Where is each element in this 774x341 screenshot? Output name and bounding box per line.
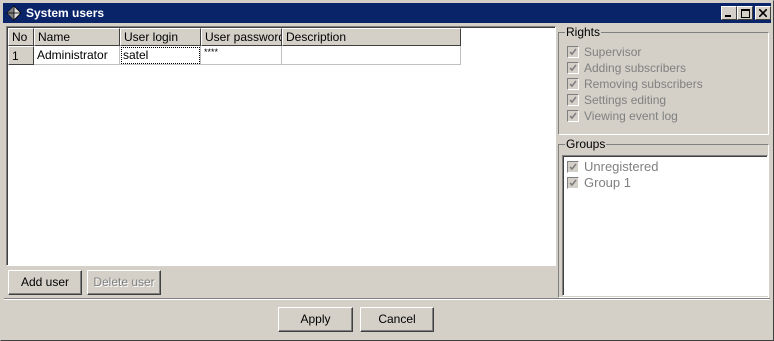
- groups-list-body: Unregistered Group 1: [563, 156, 767, 295]
- user-password-cell[interactable]: ****: [201, 46, 282, 65]
- cancel-button[interactable]: Cancel: [360, 307, 434, 332]
- close-icon: [759, 9, 767, 17]
- close-button[interactable]: [755, 6, 771, 20]
- description-cell[interactable]: [282, 46, 461, 65]
- rights-adding-subscribers-label: Adding subscribers: [584, 61, 687, 75]
- window-title: System users: [26, 6, 105, 20]
- rights-viewing-event-log-label: Viewing event log: [584, 109, 678, 123]
- groups-group: Groups Unregistered Group 1: [558, 137, 769, 298]
- minimize-button[interactable]: [721, 6, 737, 20]
- column-header-user-login[interactable]: User login: [120, 28, 201, 46]
- column-header-name[interactable]: Name: [34, 28, 120, 46]
- rights-viewing-event-log-checkbox[interactable]: Viewing event log: [567, 109, 678, 123]
- user-login-cell[interactable]: satel: [120, 46, 201, 65]
- maximize-button[interactable]: [737, 6, 753, 20]
- column-header-user-password[interactable]: User password: [201, 28, 282, 46]
- system-users-window: System users No Name User login User pas…: [0, 0, 774, 341]
- users-grid[interactable]: No Name User login User password Descrip…: [6, 26, 556, 266]
- apply-button[interactable]: Apply: [278, 307, 353, 332]
- add-user-button[interactable]: Add user: [8, 270, 82, 295]
- rights-supervisor-label: Supervisor: [584, 45, 642, 59]
- group-1-label: Group 1: [584, 175, 631, 190]
- groups-legend: Groups: [565, 137, 607, 151]
- column-header-description[interactable]: Description: [282, 28, 461, 46]
- bottom-divider: [4, 298, 770, 300]
- group-unregistered-label: Unregistered: [584, 159, 659, 174]
- minimize-icon: [725, 15, 731, 17]
- checkbox-checked-icon: [567, 62, 579, 74]
- checkbox-checked-icon: [567, 78, 579, 90]
- checkbox-checked-icon: [567, 176, 579, 189]
- checkbox-checked-icon: [567, 160, 579, 173]
- rights-group: Rights Supervisor Adding subscribers Rem…: [558, 25, 769, 135]
- checkbox-checked-icon: [567, 110, 579, 122]
- users-grid-body: No Name User login User password Descrip…: [7, 27, 555, 265]
- rights-settings-editing-label: Settings editing: [584, 93, 667, 107]
- checkbox-checked-icon: [567, 46, 579, 58]
- group-1-item[interactable]: Group 1: [567, 175, 631, 190]
- column-header-no[interactable]: No: [8, 28, 34, 46]
- rights-removing-subscribers-label: Removing subscribers: [584, 77, 703, 91]
- delete-user-button[interactable]: Delete user: [87, 270, 161, 295]
- rights-legend: Rights: [565, 25, 602, 39]
- maximize-icon: [740, 8, 750, 18]
- group-unregistered-item[interactable]: Unregistered: [567, 159, 658, 174]
- groups-list[interactable]: Unregistered Group 1: [562, 155, 768, 296]
- app-logo-icon: [6, 5, 22, 21]
- rights-removing-subscribers-checkbox[interactable]: Removing subscribers: [567, 77, 703, 91]
- name-cell[interactable]: Administrator: [34, 46, 120, 65]
- title-bar[interactable]: System users: [3, 3, 771, 23]
- rights-settings-editing-checkbox[interactable]: Settings editing: [567, 93, 666, 107]
- checkbox-checked-icon: [567, 94, 579, 106]
- row-number-cell[interactable]: 1: [8, 46, 34, 65]
- rights-adding-subscribers-checkbox[interactable]: Adding subscribers: [567, 61, 686, 75]
- rights-supervisor-checkbox[interactable]: Supervisor: [567, 45, 641, 59]
